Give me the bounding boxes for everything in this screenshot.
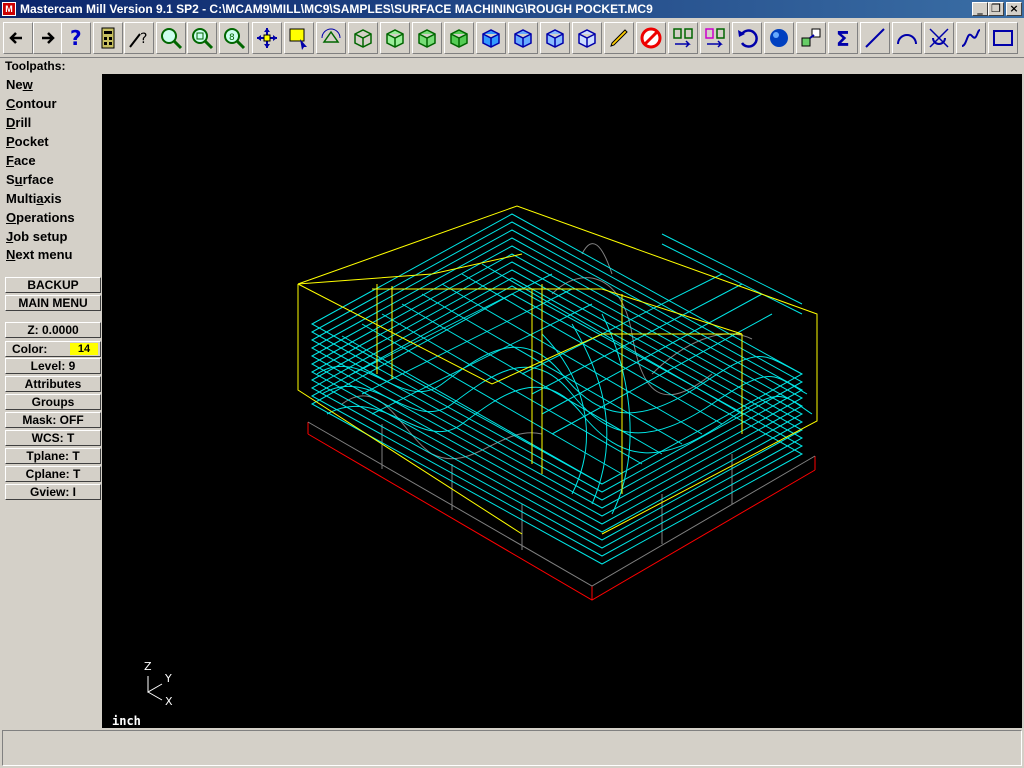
- app-icon[interactable]: M: [2, 2, 16, 16]
- pencil-icon[interactable]: [604, 22, 634, 54]
- view-iso-icon[interactable]: [444, 22, 474, 54]
- color-label: Color:: [12, 342, 48, 356]
- prompt-area: [2, 730, 1022, 766]
- fillet-icon[interactable]: [924, 22, 954, 54]
- unzoom-icon[interactable]: [187, 22, 217, 54]
- shade-cube-4-icon[interactable]: [572, 22, 602, 54]
- minimize-icon[interactable]: _: [972, 2, 988, 16]
- analyze-icon[interactable]: ?: [124, 22, 154, 54]
- menu-item-operations[interactable]: Operations: [6, 210, 75, 226]
- menu-item-multiaxis[interactable]: Multiaxis: [6, 191, 62, 207]
- calculator-icon[interactable]: [93, 22, 123, 54]
- menu-item-job-setup[interactable]: Job setup: [6, 229, 67, 245]
- axis-x-label: X: [165, 695, 173, 708]
- axis-y-label: Y: [164, 672, 172, 685]
- z-depth-button[interactable]: Z: 0.0000: [5, 322, 101, 338]
- spline-icon[interactable]: [956, 22, 986, 54]
- window-title: Mastercam Mill Version 9.1 SP2 - C:\MCAM…: [20, 2, 653, 16]
- forward-arrow-icon[interactable]: [33, 22, 63, 54]
- axis-indicator: Z Y X: [144, 660, 173, 708]
- menu-item-pocket[interactable]: Pocket: [6, 134, 49, 150]
- zoom-window-icon[interactable]: [156, 22, 186, 54]
- no-delete-icon[interactable]: [636, 22, 666, 54]
- svg-text:Σ: Σ: [836, 27, 850, 50]
- toolpath-lines: [310, 213, 813, 565]
- color-swatch: 14: [70, 343, 98, 355]
- menu-item-new[interactable]: New: [6, 77, 33, 93]
- menu-header: Toolpaths:: [5, 59, 66, 73]
- cplane-button[interactable]: Cplane: T: [5, 466, 101, 482]
- line-icon[interactable]: [860, 22, 890, 54]
- gview-button[interactable]: Gview: I: [5, 484, 101, 500]
- tplane-button[interactable]: Tplane: T: [5, 448, 101, 464]
- close-icon[interactable]: ×: [1006, 2, 1022, 16]
- view-front-icon[interactable]: [380, 22, 410, 54]
- view-side-icon[interactable]: [412, 22, 442, 54]
- attributes-button[interactable]: Attributes: [5, 376, 101, 392]
- rotate-icon[interactable]: [316, 22, 346, 54]
- menu-item-drill[interactable]: Drill: [6, 115, 31, 131]
- menu-item-surface[interactable]: Surface: [6, 172, 54, 188]
- level-button[interactable]: Level: 9: [5, 358, 101, 374]
- transform-2-icon[interactable]: [700, 22, 730, 54]
- rectangle-icon[interactable]: [988, 22, 1018, 54]
- menu-item-next-menu[interactable]: Next menu: [6, 247, 72, 263]
- sphere-icon[interactable]: [764, 22, 794, 54]
- graphics-viewport[interactable]: Z Y X inch: [102, 74, 1022, 728]
- menu-item-contour[interactable]: Contour: [6, 96, 57, 112]
- shade-cube-1-icon[interactable]: [476, 22, 506, 54]
- mask-button[interactable]: Mask: OFF: [5, 412, 101, 428]
- svg-text:8: 8: [229, 33, 235, 43]
- axis-z-label: Z: [144, 660, 152, 673]
- units-label: inch: [112, 714, 141, 728]
- title-bar: M Mastercam Mill Version 9.1 SP2 - C:\MC…: [0, 0, 1024, 18]
- undo-icon[interactable]: [732, 22, 762, 54]
- sidebar: New Contour Drill Pocket Face Surface Mu…: [2, 74, 103, 728]
- layers-icon[interactable]: [796, 22, 826, 54]
- shade-cube-2-icon[interactable]: [508, 22, 538, 54]
- pan-icon[interactable]: [252, 22, 282, 54]
- svg-text:?: ?: [140, 31, 147, 47]
- part-surfaces: [307, 243, 816, 587]
- backup-button[interactable]: BACKUP: [5, 277, 101, 293]
- menu-item-face[interactable]: Face: [6, 153, 36, 169]
- arc-icon[interactable]: [892, 22, 922, 54]
- wcs-button[interactable]: WCS: T: [5, 430, 101, 446]
- help-icon[interactable]: ?: [61, 22, 91, 54]
- transform-icon[interactable]: [668, 22, 698, 54]
- main-toolbar: ? ? 8 Σ: [0, 19, 1024, 58]
- main-menu-button[interactable]: MAIN MENU: [5, 295, 101, 311]
- groups-button[interactable]: Groups: [5, 394, 101, 410]
- toolpath-graphics: Z Y X: [144, 205, 818, 708]
- screen-select-icon[interactable]: [284, 22, 314, 54]
- view-top-icon[interactable]: [348, 22, 378, 54]
- sum-icon[interactable]: Σ: [828, 22, 858, 54]
- color-button[interactable]: Color: 14: [5, 341, 101, 357]
- zoom-fit-icon[interactable]: 8: [219, 22, 249, 54]
- shade-cube-3-icon[interactable]: [540, 22, 570, 54]
- restore-icon[interactable]: ❐: [988, 2, 1004, 16]
- svg-text:?: ?: [70, 26, 82, 50]
- back-arrow-icon[interactable]: [3, 22, 33, 54]
